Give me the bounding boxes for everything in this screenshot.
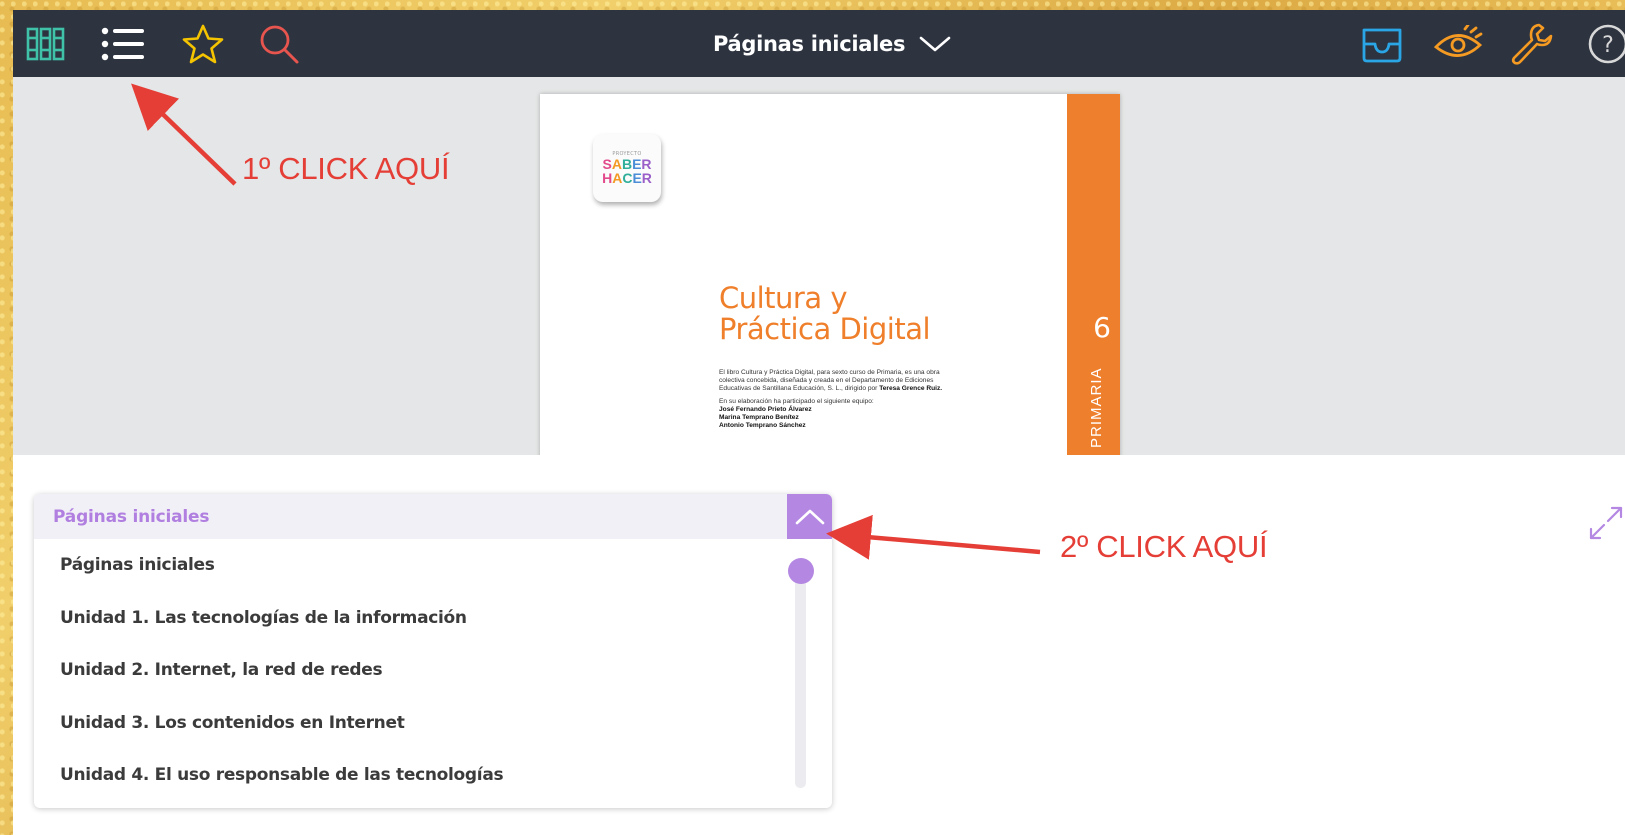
star-icon[interactable] [180,10,226,77]
dropdown-list: Páginas iniciales Unidad 1. Las tecnolog… [34,539,794,802]
book-viewer[interactable]: PROYECTO SABER HACER Cultura y Práctica … [13,77,1625,465]
grade-label: PRIMARIA [1088,367,1105,448]
svg-text:?: ? [1602,33,1614,58]
saber-hacer-logo: PROYECTO SABER HACER [593,134,661,202]
library-icon[interactable] [26,10,66,77]
help-icon[interactable]: ? [1586,10,1625,77]
dropdown-header[interactable]: Páginas iniciales [34,494,832,539]
dropdown-scroll-thumb[interactable] [788,558,814,584]
index-panel: Páginas iniciales Páginas iniciales Unid… [13,455,1625,835]
search-icon[interactable] [256,10,302,77]
dropdown-item[interactable]: Unidad 4. El uso responsable de las tecn… [34,749,794,802]
dropdown-scrollbar[interactable] [795,566,806,788]
book-credits: El libro Cultura y Práctica Digital, par… [719,369,943,430]
dropdown-item[interactable]: Unidad 3. Los contenidos en Internet [34,697,794,750]
grade-band: 6 PRIMARIA [1067,94,1120,465]
chevron-up-icon [795,509,824,524]
top-toolbar: Páginas iniciales ? [13,10,1625,77]
index-list-icon[interactable] [100,10,146,77]
dropdown-item[interactable]: Unidad 1. Las tecnologías de la informac… [34,592,794,645]
section-dropdown: Páginas iniciales Páginas iniciales Unid… [34,494,832,808]
grade-number: 6 [1093,311,1111,344]
section-selector[interactable]: Páginas iniciales [713,10,951,77]
book-title: Cultura y Práctica Digital [719,281,931,346]
eye-icon[interactable] [1433,10,1483,77]
book-cover-page[interactable]: PROYECTO SABER HACER Cultura y Práctica … [540,94,1120,465]
tray-icon[interactable] [1359,10,1405,77]
dropdown-item[interactable]: Unidad 2. Internet, la red de redes [34,644,794,697]
wrench-icon[interactable] [1508,10,1554,77]
chevron-down-icon [919,36,951,51]
annotation-second-click: 2º CLICK AQUÍ [1060,529,1268,564]
dropdown-item[interactable]: Páginas iniciales [34,539,794,592]
expand-icon[interactable] [1588,505,1624,541]
section-title: Páginas iniciales [713,31,906,56]
dropdown-selected: Páginas iniciales [53,506,210,527]
annotation-first-click: 1º CLICK AQUÍ [242,151,450,186]
dropdown-toggle-button[interactable] [787,494,832,539]
reader-app: Páginas iniciales ? PROYECTO SABER HACER… [13,10,1625,835]
